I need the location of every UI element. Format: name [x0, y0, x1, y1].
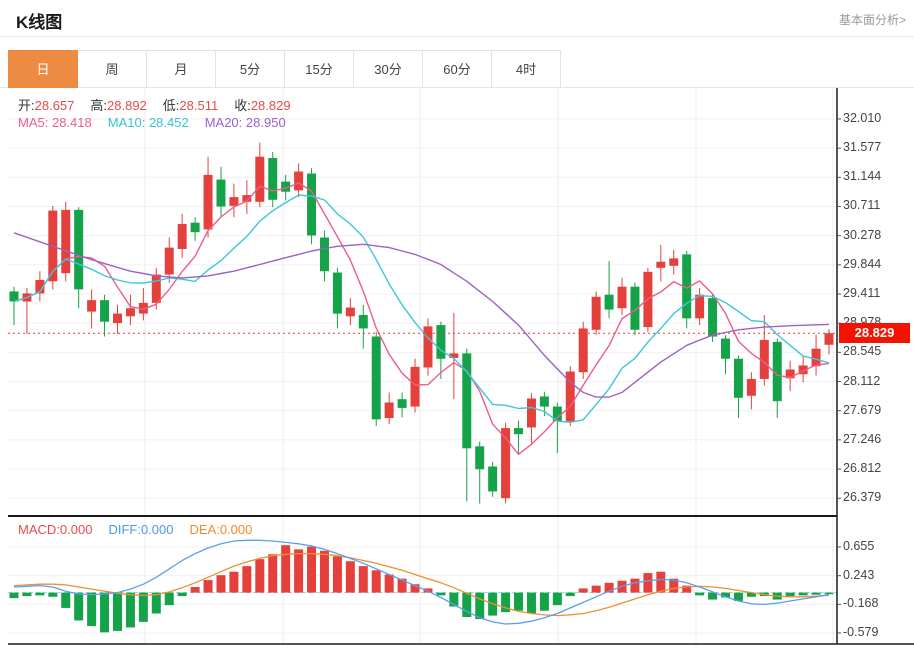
open-label: 开: — [18, 98, 35, 113]
price-axis-label: 32.010 — [843, 111, 881, 125]
ma20-value: 28.950 — [246, 115, 286, 130]
open-value: 28.657 — [35, 98, 75, 113]
macd-readout: MACD:0.000 DIFF:0.000 DEA:0.000 — [18, 522, 268, 537]
low-label: 低: — [163, 98, 180, 113]
macd-value: 0.000 — [60, 522, 93, 537]
macd-axis-label: -0.579 — [843, 625, 878, 639]
ma-readout: MA5: 28.418 MA10: 28.452 MA20: 28.950 — [18, 115, 302, 130]
dea-value: 0.000 — [220, 522, 253, 537]
kline-page: K线图 基本面分析> 日周月5分15分30分60分4时 开:28.657 高:2… — [0, 0, 914, 649]
high-value: 28.892 — [107, 98, 147, 113]
price-axis-label: 27.679 — [843, 403, 881, 417]
macd-axis-label: -0.168 — [843, 596, 878, 610]
macd-label: MACD: — [18, 522, 60, 537]
price-axis-label: 28.112 — [843, 374, 880, 388]
ma10-value: 28.452 — [149, 115, 189, 130]
price-axis-label: 28.545 — [843, 344, 881, 358]
price-axis-label: 26.812 — [843, 461, 881, 475]
ohlc-readout: 开:28.657 高:28.892 低:28.511 收:28.829 — [18, 95, 307, 114]
ma10-label: MA10: — [108, 115, 146, 130]
ma5-value: 28.418 — [52, 115, 92, 130]
price-axis-label: 26.379 — [843, 490, 881, 504]
ma5-label: MA5: — [18, 115, 48, 130]
dea-label: DEA: — [189, 522, 219, 537]
macd-axis-label: 0.655 — [843, 539, 874, 553]
tab-日[interactable]: 日 — [8, 50, 78, 88]
last-price-tag: 28.829 — [839, 323, 910, 343]
price-axis-label: 29.844 — [843, 257, 881, 271]
price-axis-label: 30.711 — [843, 198, 880, 212]
price-axis-label: 31.144 — [843, 169, 881, 183]
price-axis-label: 27.246 — [843, 432, 881, 446]
ma20-label: MA20: — [205, 115, 243, 130]
close-label: 收: — [234, 98, 251, 113]
high-label: 高: — [90, 98, 107, 113]
diff-value: 0.000 — [141, 522, 174, 537]
macd-axis-label: 0.243 — [843, 568, 874, 582]
price-axis-label: 29.411 — [843, 286, 880, 300]
price-axis-label: 31.577 — [843, 140, 881, 154]
low-value: 28.511 — [179, 98, 218, 113]
close-value: 28.829 — [251, 98, 291, 113]
diff-label: DIFF: — [108, 522, 141, 537]
price-axis-label: 30.278 — [843, 228, 881, 242]
